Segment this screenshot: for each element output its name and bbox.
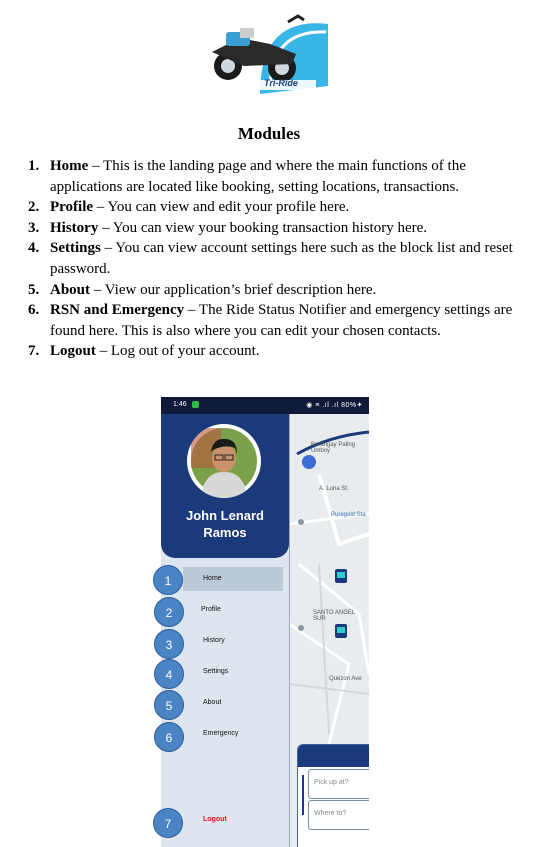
menu-item-logout[interactable]: Logout [183, 808, 283, 832]
user-name: John Lenard Ramos [185, 508, 264, 540]
navigation-drawer: John Lenard Ramos Home Profile History S… [161, 414, 290, 847]
notification-icon [192, 401, 199, 408]
menu-item-about[interactable]: About [183, 691, 283, 715]
callout-badge-2: 2 [154, 597, 184, 627]
booking-panel-header [298, 745, 369, 767]
menu-item-home[interactable]: Home [183, 567, 283, 591]
callout-badge-1: 1 [153, 565, 183, 595]
tri-ride-logo: Tri-Ride [200, 6, 330, 98]
map-label: A. Luna St. [319, 486, 349, 492]
module-item: 4. Settings – You can view account settin… [28, 240, 513, 277]
map-label: Puregold Sta [331, 512, 366, 518]
map-label: Barangay Paling Umboy [311, 442, 356, 454]
module-item: 6. RSN and Emergency – The Ride Status No… [28, 302, 513, 339]
menu-item-settings[interactable]: Settings [183, 660, 283, 684]
booking-panel: Pick up at? Where to? [297, 744, 369, 847]
callout-badge-7: 7 [153, 808, 183, 838]
status-icons: ◉ ≡ .ıl .ıl 80%✦ [306, 402, 363, 409]
module-item: 3. History – You can view your booking tr… [28, 219, 428, 236]
modules-list: 1. Home – This is the landing page and wh… [28, 156, 528, 362]
app-screenshot: 1:46 ◉ ≡ .ıl .ıl 80%✦ Barangay Paling Um… [161, 397, 369, 847]
module-item: 7. Logout – Log out of your account. [28, 343, 260, 360]
dropoff-input[interactable]: Where to? [308, 800, 369, 830]
pickup-input[interactable]: Pick up at? [308, 769, 369, 799]
route-line [302, 775, 304, 815]
status-bar: 1:46 ◉ ≡ .ıl .ıl 80%✦ [161, 397, 369, 414]
map-label: SANTO ANGEL SUR [313, 610, 356, 622]
module-item: 5. About – View our application’s brief d… [28, 281, 377, 298]
modules-heading: Modules [237, 124, 301, 143]
module-item: 1. Home – This is the landing page and wh… [28, 158, 466, 195]
menu-item-emergency[interactable]: Emergency [183, 722, 283, 746]
status-time: 1:46 [173, 401, 187, 408]
logo-text: Tri-Ride [264, 78, 298, 88]
callout-badge-6: 6 [154, 722, 184, 752]
map-view[interactable]: Barangay Paling Umboy A. Luna St. Purego… [289, 414, 369, 847]
callout-badge-5: 5 [154, 690, 184, 720]
menu-item-history[interactable]: History [183, 629, 283, 653]
module-item: 2. Profile – You can view and edit your p… [28, 199, 350, 216]
callout-badge-4: 4 [154, 659, 184, 689]
drawer-header: John Lenard Ramos [161, 414, 289, 558]
callout-badge-3: 3 [154, 629, 184, 659]
avatar[interactable] [187, 424, 261, 498]
menu-item-profile[interactable]: Profile [183, 598, 283, 622]
map-label: Quezon Ave [329, 676, 362, 682]
